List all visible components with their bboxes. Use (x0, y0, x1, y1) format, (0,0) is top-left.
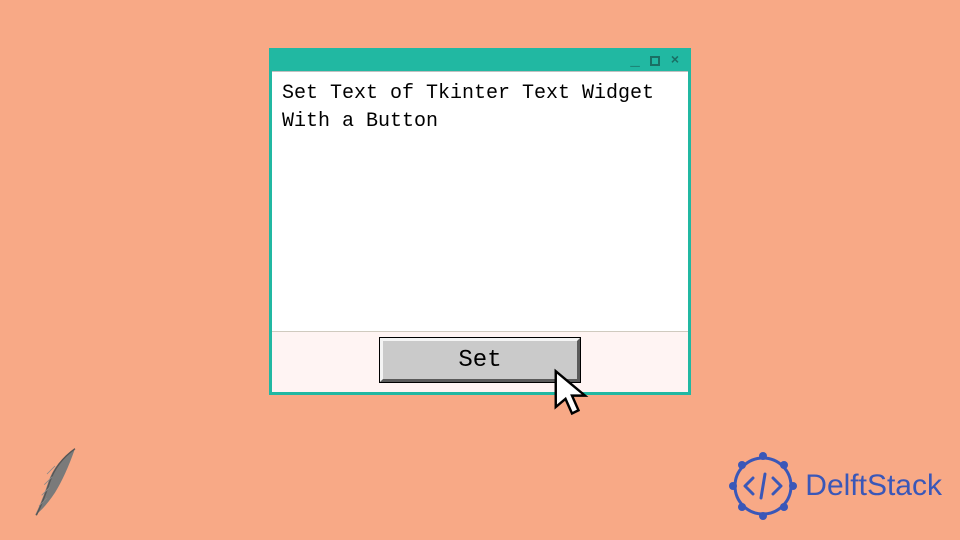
maximize-button[interactable] (648, 54, 662, 68)
tkinter-window: _ × Set Text of Tkinter Text Widget With… (269, 48, 691, 395)
text-widget[interactable]: Set Text of Tkinter Text Widget With a B… (272, 71, 688, 331)
feather-icon (25, 442, 85, 522)
minimize-icon: _ (630, 58, 640, 64)
text-widget-content: Set Text of Tkinter Text Widget With a B… (282, 82, 654, 133)
close-button[interactable]: × (668, 54, 682, 68)
maximize-icon (650, 56, 660, 66)
delftstack-logo-icon (727, 450, 799, 522)
brand-name: DelftStack (805, 469, 942, 503)
minimize-button[interactable]: _ (628, 54, 642, 68)
titlebar[interactable]: _ × (272, 51, 688, 71)
close-icon: × (671, 53, 679, 69)
button-row: Set (272, 331, 688, 392)
set-button[interactable]: Set (380, 338, 580, 382)
set-button-label: Set (458, 347, 501, 374)
brand: DelftStack (727, 450, 942, 522)
